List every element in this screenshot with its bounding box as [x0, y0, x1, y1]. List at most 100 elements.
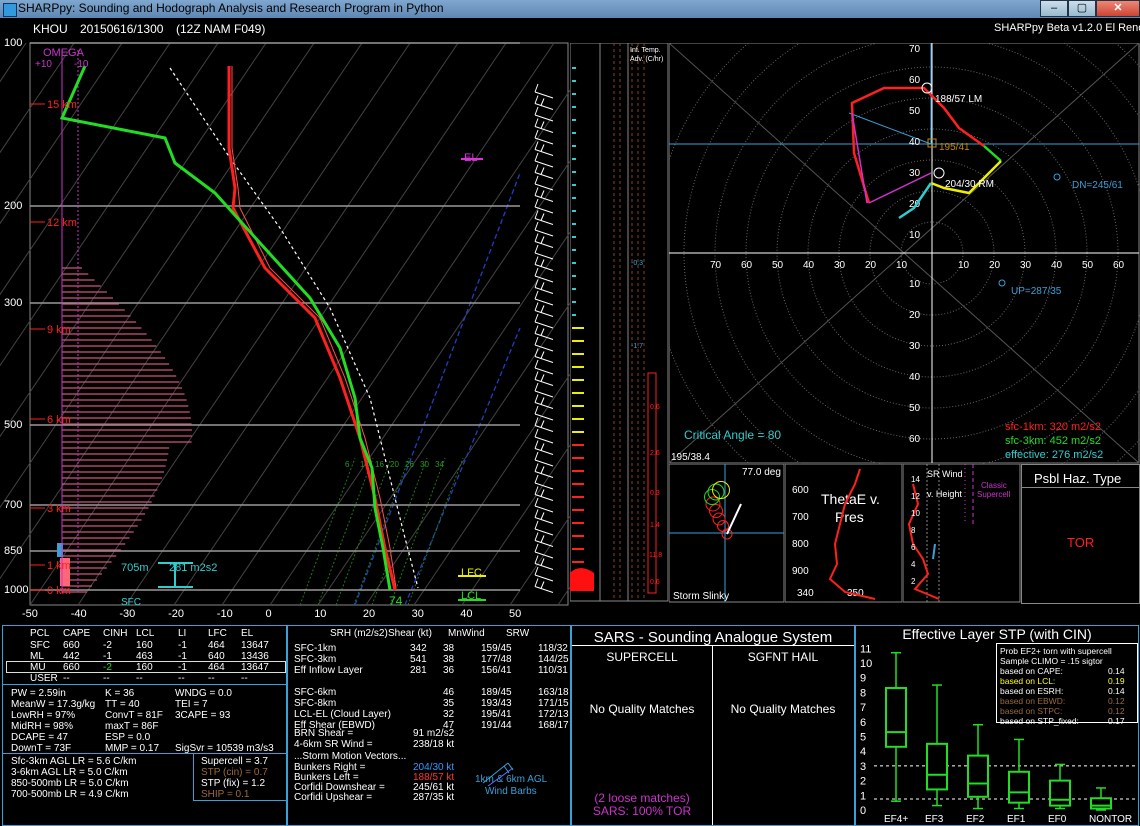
kin-cell: SFC-1km — [294, 643, 337, 654]
srh-3km: sfc-3km: 452 m2/s2 — [1005, 435, 1101, 447]
sars-title: SARS - Sounding Analogue System — [593, 629, 833, 646]
hodo-y-label: 60 — [909, 434, 921, 445]
rm-label: 204/30 RM — [945, 179, 994, 190]
thermo-index: LowRH = 97% — [11, 710, 76, 721]
thermo-cell: -2 — [103, 640, 112, 651]
prob-row-label: based on STP_fixed: — [1000, 716, 1079, 726]
temperature-label: 50 — [509, 608, 522, 620]
thermo-header: LI — [178, 628, 187, 639]
stp-y-label: 0 — [860, 805, 866, 817]
mixing-ratio-label: 34 — [435, 460, 444, 469]
kin-cell: 193/43 — [481, 698, 512, 709]
sars-supercell-header: SUPERCELL — [606, 650, 678, 664]
height-label: 3 km — [47, 503, 71, 515]
hodo-y-label: 60 — [909, 75, 921, 86]
thetae-pressure: 600 — [792, 485, 809, 496]
mixing-ratio-label: 26 — [405, 460, 414, 469]
stp-y-label: 9 — [860, 673, 866, 685]
hodo-y-label: 70 — [909, 44, 921, 55]
srwind-title1: SR Wind — [927, 469, 963, 479]
up-label: UP=287/35 — [1011, 286, 1062, 297]
kin-cell: SFC-3km — [294, 654, 337, 665]
thermo-cell: -- — [178, 673, 185, 684]
skewt-panel[interactable]: 6 14 16 20 26 30 34 15 km12 km9 km6 km3 km1 km… — [0, 38, 570, 610]
maximize-button[interactable]: ▢ — [1068, 0, 1096, 17]
hodo-x-label: 40 — [1051, 260, 1063, 271]
close-button[interactable]: ✕ — [1096, 0, 1140, 17]
thermo-header: LCL — [136, 628, 155, 639]
thermo-cell: -- — [103, 673, 110, 684]
adv-value: 11.8 — [649, 552, 662, 559]
stp-box: EF3 — [925, 684, 948, 825]
minimize-button[interactable]: – — [1040, 0, 1068, 17]
kin-cell: 35 — [443, 698, 455, 709]
thetae-pressure: 700 — [792, 512, 809, 523]
hodo-x-label: 30 — [1020, 260, 1032, 271]
stp-category: EF2 — [966, 814, 985, 825]
hodo-x-label: 50 — [772, 260, 784, 271]
inf-adv-title2: Adv. (C/hr) — [630, 56, 663, 63]
stp-y-label: 7 — [860, 702, 866, 714]
window-titlebar: SHARPpy: Sounding and Hodograph Analysis… — [0, 0, 1140, 18]
height-label: 9 km — [47, 324, 71, 336]
prob-row: based on STP_fixed: 0.17 — [1000, 716, 1134, 726]
storm-vector-label: Corfidi Upshear = — [294, 792, 373, 803]
thetae-x-label: 340 — [797, 588, 814, 599]
thermo-cell: -- — [63, 673, 70, 684]
temperature-label: -50 — [22, 608, 38, 620]
adv-value: -0.3 — [631, 260, 643, 267]
thermo-header: EL — [241, 628, 254, 639]
sfc-label: SFC — [121, 597, 141, 608]
prob-row: based on ESRH: 0.14 — [1000, 686, 1134, 696]
thermo-cell: SFC — [30, 640, 50, 651]
inferred-adv-panel: Inf. Temp. Adv. (C/hr) -0.3 -1.7 0.6 2.6 0.3… — [570, 43, 669, 602]
pressure-label: 200 — [4, 200, 23, 212]
stp-y-label: 8 — [860, 687, 866, 699]
inf-adv-title1: Inf. Temp. — [630, 47, 661, 54]
kin-header: SRW — [506, 628, 530, 639]
kin-cell: 46 — [443, 687, 455, 698]
stp-panel: Effective Layer STP (with CIN) 11 10 9 8 7 6 5… — [855, 625, 1139, 826]
stp-y-label: 2 — [860, 776, 866, 788]
lm-label: 188/57 LM — [935, 94, 982, 105]
hodo-x-label: 20 — [865, 260, 877, 271]
height-label: 12 km — [47, 217, 77, 229]
srh-eff: effective: 276 m2/s2 — [1005, 449, 1103, 461]
stp-category: EF1 — [1007, 814, 1026, 825]
thermo-cell: 13647 — [241, 640, 269, 651]
srh-1km: sfc-1km: 320 m2/s2 — [1005, 421, 1101, 433]
omega-right-label: -10 — [74, 59, 89, 70]
sars-hail-match: No Quality Matches — [730, 702, 836, 716]
stp-box: EF2 — [966, 723, 989, 825]
thermo-cell: 660 — [63, 640, 80, 651]
window-title: SHARPpy: Sounding and Hodograph Analysis… — [18, 1, 444, 15]
lapse-rate: 700-500mb LR = 4.9 C/km — [11, 789, 129, 800]
prob-row-label: based on CAPE: — [1000, 666, 1063, 676]
thermo-index: DCAPE = 47 — [11, 732, 68, 743]
srwind-height: 8 — [911, 526, 916, 535]
thetae-pressure: 800 — [792, 539, 809, 550]
hodo-y-label: 20 — [909, 310, 921, 321]
hodo-x-label: 50 — [1082, 260, 1094, 271]
srwind-height: 12 — [911, 492, 920, 501]
thermo-cell: USER — [30, 673, 58, 684]
thermo-index: TT = 40 — [105, 699, 140, 710]
srwind-height: 10 — [911, 509, 920, 518]
temperature-label: -40 — [70, 608, 87, 620]
stp-category: EF3 — [925, 814, 944, 825]
stp-box: NONTOR — [1089, 787, 1132, 825]
temperature-label: -10 — [216, 608, 233, 620]
stp-y-label: 11 — [860, 643, 871, 655]
hodograph-panel[interactable]: 7060504030201010203040506070706050403020… — [669, 43, 1140, 464]
el-label: EL — [464, 152, 477, 164]
stp-box: EF1 — [1007, 738, 1030, 825]
kin-cell: 189/45 — [481, 687, 512, 698]
mixing-ratio-label: 30 — [420, 460, 429, 469]
prob-box-sub: Sample CLIMO = .15 sigtor — [1000, 656, 1103, 666]
hodo-x-label: 60 — [1113, 260, 1125, 271]
composite-index: Supercell = 3.7 — [201, 756, 268, 767]
pressure-label: 500 — [4, 419, 23, 431]
thermo-index: K = 36 — [105, 688, 135, 699]
prob-row-value: 0.12 — [1108, 696, 1125, 706]
thermo-cell: -- — [241, 673, 248, 684]
